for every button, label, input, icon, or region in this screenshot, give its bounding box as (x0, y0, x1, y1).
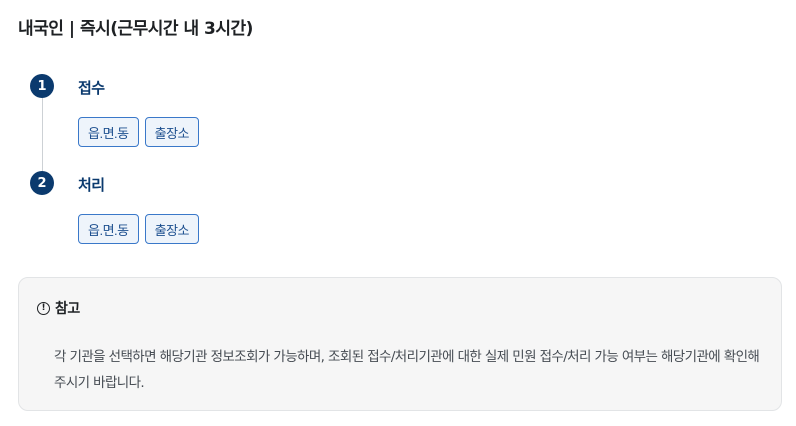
notice-box: ! 참고 각 기관을 선택하면 해당기관 정보조회가 가능하며, 조회된 접수/… (18, 277, 782, 411)
page-title: 내국인 | 즉시(근무시간 내 3시간) (18, 19, 253, 39)
step-number-badge: 1 (30, 74, 54, 98)
step-title: 처리 (78, 176, 105, 194)
notice-title: 참고 (55, 301, 80, 317)
notice-header: ! 참고 (37, 298, 80, 318)
agency-button-eupmyeondong[interactable]: 읍.면.동 (78, 117, 139, 147)
step-agency-tags: 읍.면.동 출장소 (78, 117, 199, 147)
info-circle-icon: ! (37, 301, 50, 315)
step-agency-tags: 읍.면.동 출장소 (78, 214, 199, 244)
step-title: 접수 (78, 79, 105, 97)
notice-text: 각 기관을 선택하면 해당기관 정보조회가 가능하며, 조회된 접수/처리기관에… (54, 349, 760, 391)
process-steps: 1 접수 읍.면.동 출장소 2 처리 읍.면.동 출장소 (30, 74, 730, 254)
step-number-badge: 2 (30, 171, 54, 195)
agency-button-branch-office[interactable]: 출장소 (144, 214, 199, 244)
timeline-line (42, 88, 43, 184)
agency-button-branch-office[interactable]: 출장소 (144, 117, 199, 147)
agency-button-eupmyeondong[interactable]: 읍.면.동 (78, 214, 139, 244)
